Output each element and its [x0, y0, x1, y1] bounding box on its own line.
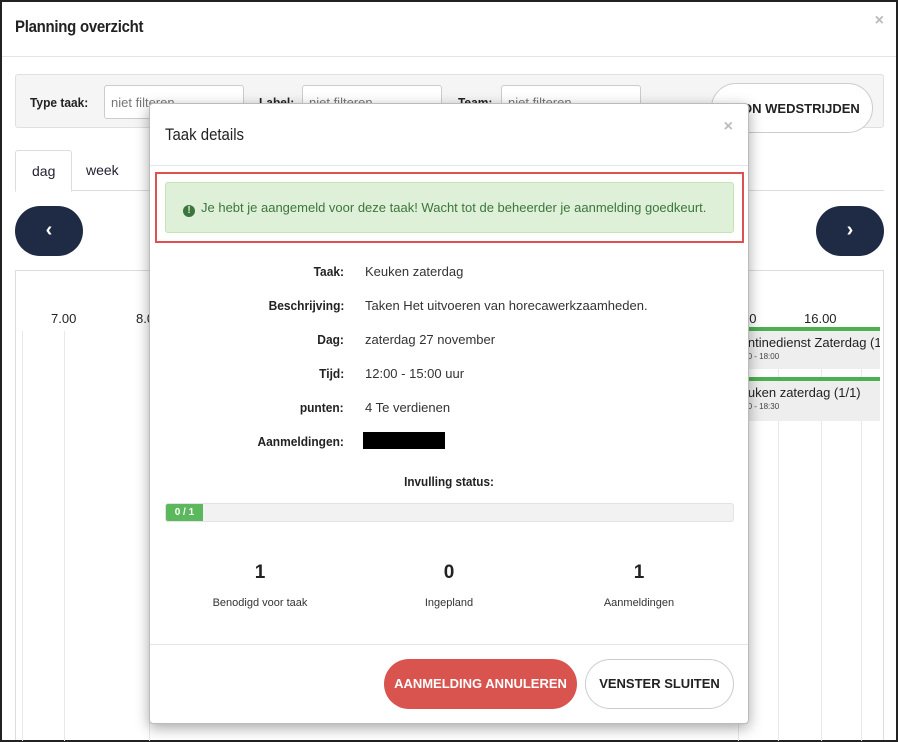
planning-title: Planning overzicht: [15, 17, 144, 36]
detail-value: 12:00 - 15:00 uur: [365, 366, 465, 381]
detail-label: Aanmeldingen:: [257, 434, 344, 449]
detail-label: Dag:: [317, 332, 344, 347]
planning-header: Planning overzicht ×: [2, 2, 896, 57]
hour-gridline: [22, 331, 23, 741]
event-time: 15:00 - 18:00: [732, 352, 780, 361]
timeline-event[interactable]: Kantinedienst Zaterdag (1/1) 15:00 - 18:…: [732, 327, 880, 369]
modal-title: Taak details: [165, 125, 245, 144]
detail-row-beschrijving: Beschrijving: Taken Het uitvoeren van ho…: [150, 298, 748, 318]
stat-label: Aanmeldingen: [603, 597, 675, 609]
chevron-left-icon: ‹: [45, 219, 53, 241]
detail-row-aanmeldingen: Aanmeldingen:: [150, 434, 748, 454]
stat-value: 0: [443, 562, 455, 583]
detail-label: Tijd:: [318, 366, 344, 381]
tab-week[interactable]: week: [70, 150, 135, 191]
detail-row-punten: punten: 4 Te verdienen: [150, 400, 748, 420]
exclamation-circle-icon: !: [183, 205, 195, 217]
detail-value: Taken Het uitvoeren van horecawerkzaamhe…: [365, 298, 648, 313]
detail-row-tijd: Tijd: 12:00 - 15:00 uur: [150, 366, 748, 386]
detail-row-dag: Dag: zaterdag 27 november: [150, 332, 748, 352]
modal-header: Taak details ×: [150, 104, 748, 166]
next-button[interactable]: ›: [816, 206, 884, 256]
stat-label: Ingepland: [424, 597, 474, 609]
detail-label: Beschrijving:: [268, 298, 344, 313]
filter-type-label: Type taak:: [30, 95, 89, 110]
taak-details-modal: Taak details × ! Je hebt je aangemeld voo…: [149, 103, 749, 724]
tab-dag[interactable]: dag: [15, 150, 73, 192]
status-title: Invulling status:: [404, 474, 494, 489]
detail-value: 4 Te verdienen: [365, 400, 451, 415]
close-icon[interactable]: ×: [724, 118, 733, 136]
stat-ingepland: 0 Ingepland: [349, 562, 549, 609]
aanmelding-annuleren-button[interactable]: AANMELDING ANNULEREN: [384, 659, 577, 709]
hour-label: 7.00: [51, 311, 77, 326]
detail-row-taak: Taak: Keuken zaterdag: [150, 264, 748, 284]
detail-label: Taak:: [313, 264, 344, 279]
alert-text: Je hebt je aangemeld voor deze taak! Wac…: [201, 200, 707, 215]
progress-fill: 0 / 1: [166, 504, 203, 521]
timeline-event[interactable]: Keuken zaterdag (1/1) 15:00 - 18:30: [732, 377, 880, 421]
hour-gridline: [64, 331, 65, 741]
invulling-progress-bar: 0 / 1: [165, 503, 734, 522]
detail-label: punten:: [300, 400, 344, 415]
hour-label: 16.00: [804, 311, 837, 326]
venster-sluiten-button[interactable]: VENSTER SLUITEN: [585, 659, 734, 709]
event-title: Keuken zaterdag (1/1): [732, 385, 861, 400]
event-time: 15:00 - 18:30: [732, 402, 780, 411]
stat-value: 1: [633, 562, 645, 583]
modal-footer-divider: [150, 644, 748, 645]
detail-value: zaterdag 27 november: [365, 332, 496, 347]
redacted-names: [363, 432, 445, 449]
prev-button[interactable]: ‹: [15, 206, 83, 256]
close-icon[interactable]: ×: [875, 12, 884, 30]
event-title: Kantinedienst Zaterdag (1/1): [732, 335, 880, 350]
stat-aanmeldingen: 1 Aanmeldingen: [539, 562, 739, 609]
stat-value: 1: [254, 562, 266, 583]
stat-benodigd: 1 Benodigd voor taak: [160, 562, 360, 609]
stat-label: Benodigd voor taak: [212, 597, 308, 609]
detail-value: Keuken zaterdag: [365, 264, 464, 279]
success-alert: ! Je hebt je aangemeld voor deze taak! Wa…: [165, 182, 734, 233]
chevron-right-icon: ›: [846, 219, 854, 241]
